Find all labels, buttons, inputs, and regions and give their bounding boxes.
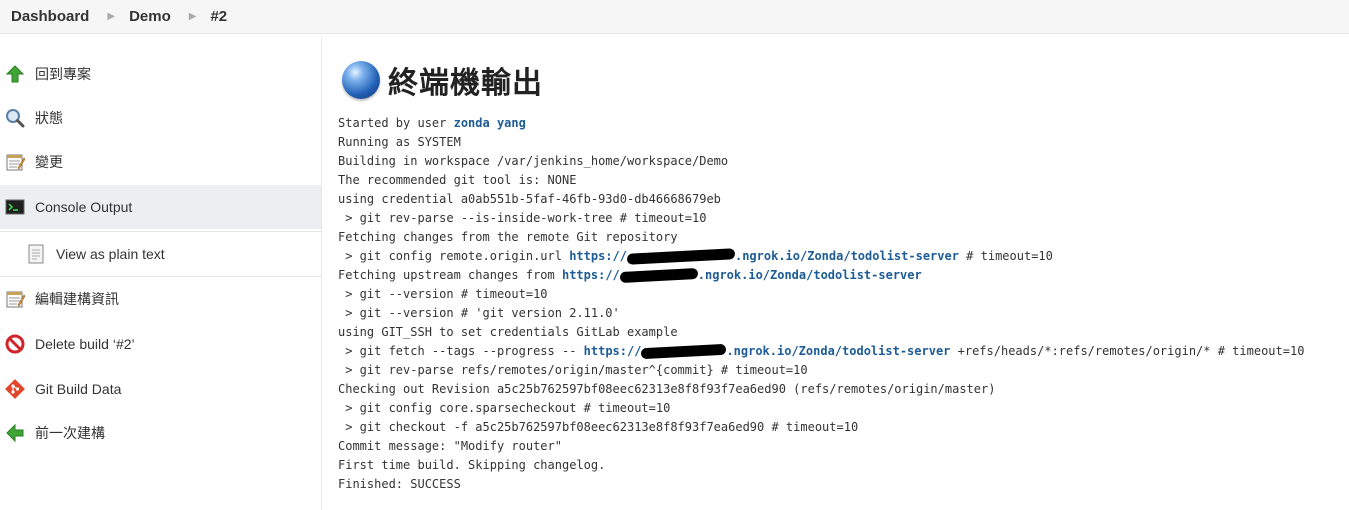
magnifier-icon xyxy=(4,107,26,129)
document-icon xyxy=(25,243,47,265)
sidebar-item-label: 狀態 xyxy=(35,110,63,126)
console-line: using GIT_SSH to set credentials GitLab … xyxy=(338,325,678,339)
console-line: First time build. Skipping changelog. xyxy=(338,458,606,472)
url-prefix: https:// xyxy=(569,249,627,263)
sidebar-item-changes[interactable]: 變更 xyxy=(0,140,321,184)
console-line: Commit message: "Modify router" xyxy=(338,439,562,453)
sidebar-item-console-output[interactable]: Console Output xyxy=(0,185,321,229)
repo-url-link[interactable]: https:// .ngrok.io/Zonda/todolist-server xyxy=(561,267,922,284)
sidebar-item-previous-build[interactable]: 前一次建構 xyxy=(0,411,321,455)
console-line: using credential a0ab551b-5faf-46fb-93d0… xyxy=(338,192,721,206)
sidebar-item-label: Delete build ‘#2’ xyxy=(35,336,135,352)
console-line: Fetching changes from the remote Git rep… xyxy=(338,230,678,244)
console-text: # timeout=10 xyxy=(958,249,1053,263)
notepad-icon xyxy=(4,288,26,310)
page-title: 終端機輸出 xyxy=(388,66,543,101)
sidebar-item-label: Git Build Data xyxy=(35,381,122,397)
console-output: Started by user zonda yang Running as SYS… xyxy=(338,114,1304,494)
breadcrumb-project[interactable]: Demo xyxy=(129,8,171,25)
breadcrumb-dashboard[interactable]: Dashboard xyxy=(11,8,89,25)
redaction-mark xyxy=(619,267,698,284)
console-text: Fetching upstream changes from xyxy=(338,268,562,282)
sidebar-item-status[interactable]: 狀態 xyxy=(0,96,321,140)
sidebar-item-label: 回到專案 xyxy=(35,66,91,82)
sidebar-item-delete-build[interactable]: Delete build ‘#2’ xyxy=(0,322,321,366)
sidebar: 回到專案 狀態 變更 Console Output View as plain … xyxy=(0,36,322,510)
console-text: +refs/heads/*:refs/remotes/origin/* # ti… xyxy=(950,344,1305,358)
url-prefix: https:// xyxy=(583,344,642,358)
console-line: Started by user zonda yang xyxy=(338,114,1304,133)
sidebar-item-label: 編輯建構資訊 xyxy=(35,291,119,307)
console-line: The recommended git tool is: NONE xyxy=(338,173,577,187)
console-text: > git fetch --tags --progress -- xyxy=(338,344,584,358)
url-prefix: https:// xyxy=(561,268,620,282)
terminal-ball-icon xyxy=(342,61,380,99)
console-line: > git config remote.origin.url https://.… xyxy=(338,247,1304,266)
redaction-mark xyxy=(641,343,727,360)
console-line: Checking out Revision a5c25b762597bf08ee… xyxy=(338,382,996,396)
chevron-right-icon[interactable]: ▶ xyxy=(107,11,115,22)
sidebar-item-label: View as plain text xyxy=(56,246,165,262)
sidebar-item-edit-build-info[interactable]: 編輯建構資訊 xyxy=(0,277,321,321)
sidebar-item-back-to-project[interactable]: 回到專案 xyxy=(0,52,321,96)
sidebar-item-label: Console Output xyxy=(35,199,133,215)
up-arrow-icon xyxy=(4,63,26,85)
url-suffix: .ngrok.io/Zonda/todolist-server xyxy=(726,344,951,358)
git-icon xyxy=(4,378,26,400)
breadcrumb: Dashboard ▶ Demo ▶ #2 xyxy=(0,0,1349,34)
repo-url-link[interactable]: https:// .ngrok.io/Zonda/todolist-server xyxy=(583,343,951,360)
sidebar-item-view-plain-text[interactable]: View as plain text xyxy=(0,231,321,277)
console-line: Running as SYSTEM xyxy=(338,135,461,149)
sidebar-item-label: 變更 xyxy=(35,154,63,170)
left-arrow-icon xyxy=(4,422,26,444)
console-line: Building in workspace /var/jenkins_home/… xyxy=(338,154,729,168)
sidebar-item-label: 前一次建構 xyxy=(35,425,105,441)
terminal-icon xyxy=(4,196,26,218)
main-panel: 終端機輸出 Started by user zonda yang Running … xyxy=(338,56,1338,491)
user-link[interactable]: zonda yang xyxy=(454,116,526,130)
console-line: > git config core.sparsecheckout # timeo… xyxy=(338,401,671,415)
console-line: > git checkout -f a5c25b762597bf08eec623… xyxy=(338,420,859,434)
breadcrumb-build[interactable]: #2 xyxy=(210,8,227,25)
console-line: > git --version # timeout=10 xyxy=(338,287,548,301)
console-text: Started by user xyxy=(338,116,454,130)
redaction-mark xyxy=(626,248,736,265)
console-line: > git rev-parse --is-inside-work-tree # … xyxy=(338,211,707,225)
console-line: > git --version # 'git version 2.11.0' xyxy=(338,306,620,320)
console-text: > git config remote.origin.url xyxy=(338,249,570,263)
repo-url-link[interactable]: https:// .ngrok.io/Zonda/todolist-server xyxy=(569,248,959,265)
chevron-right-icon[interactable]: ▶ xyxy=(189,11,197,22)
url-suffix: .ngrok.io/Zonda/todolist-server xyxy=(697,268,922,282)
url-suffix: .ngrok.io/Zonda/todolist-server xyxy=(734,249,959,263)
console-line: > git fetch --tags --progress -- https:/… xyxy=(338,342,1304,361)
no-entry-icon xyxy=(4,333,26,355)
page-header: 終端機輸出 xyxy=(338,56,1338,104)
sidebar-item-git-build-data[interactable]: Git Build Data xyxy=(0,367,321,411)
console-line: > git rev-parse refs/remotes/origin/mast… xyxy=(338,363,808,377)
console-line: Finished: SUCCESS xyxy=(338,477,461,491)
console-line: Fetching upstream changes from https://.… xyxy=(338,266,1304,285)
notepad-icon xyxy=(4,151,26,173)
